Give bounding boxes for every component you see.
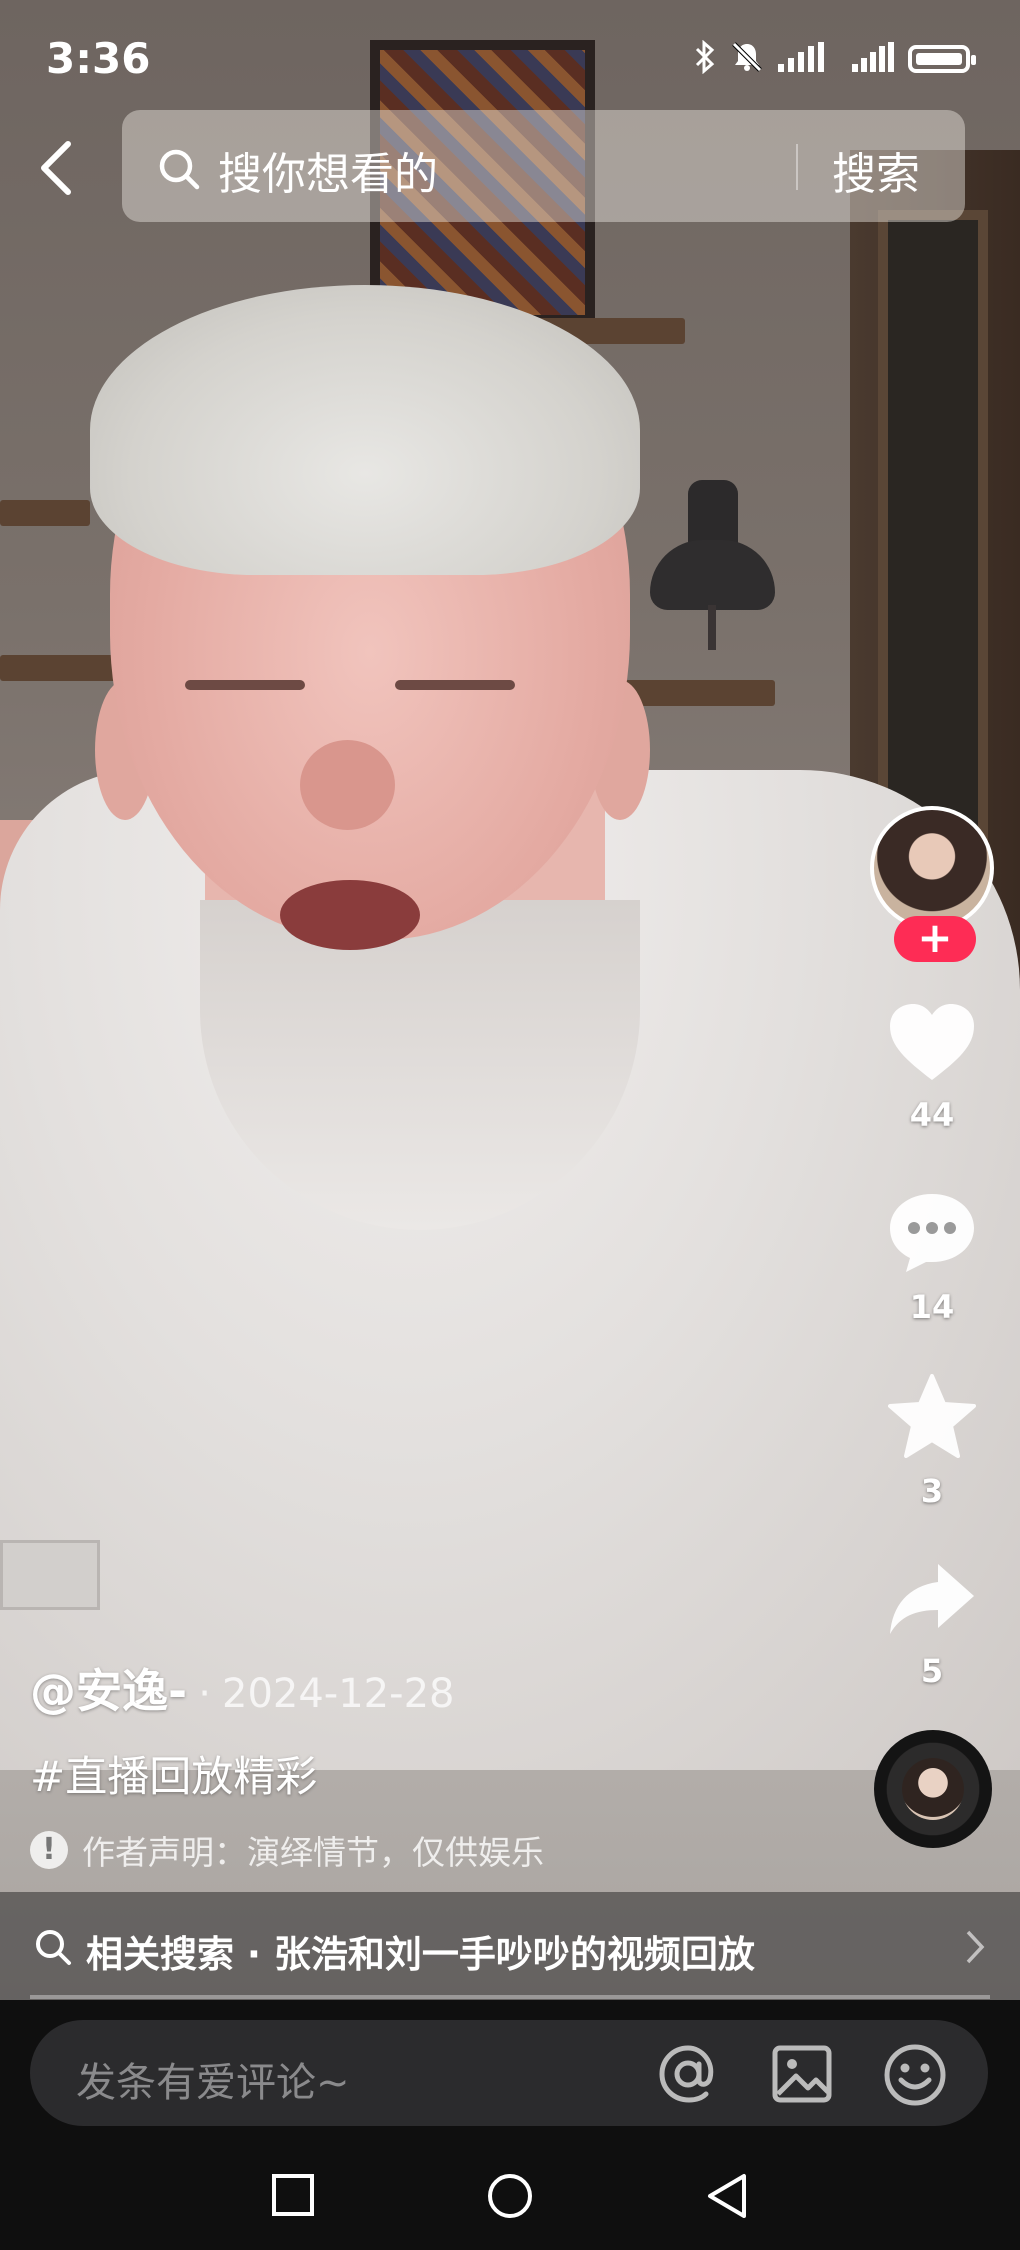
comment-placeholder: 发条有爱评论~ <box>76 2060 350 2106</box>
author-notice: ! 作者声明：演绎情节，仅供娱乐 <box>30 1826 830 1874</box>
favorite-button[interactable]: 3 <box>862 1372 1002 1510</box>
shirt-label-patch <box>0 1540 100 1610</box>
emoji-icon[interactable] <box>882 2042 948 2112</box>
related-search-bar[interactable]: 相关搜索 · 张浩和刘一手吵吵的视频回放 <box>0 1892 1020 2002</box>
share-icon <box>890 1564 974 1634</box>
search-bar[interactable]: 搜你想看的 搜索 <box>122 110 965 222</box>
follow-button[interactable]: + <box>894 916 976 962</box>
comment-icon <box>890 1194 974 1272</box>
status-time: 3:36 <box>46 34 151 83</box>
at-icon[interactable] <box>656 2042 720 2110</box>
bluetooth-icon <box>694 39 716 78</box>
search-icon <box>158 148 200 194</box>
search-button[interactable]: 搜索 <box>832 138 920 202</box>
music-disc[interactable] <box>874 1730 992 1848</box>
necklace-display-bust <box>650 480 775 660</box>
system-nav-bar <box>0 2150 1020 2250</box>
favorite-count: 3 <box>920 1472 944 1510</box>
like-count: 44 <box>909 1096 955 1134</box>
recent-apps-icon[interactable] <box>270 2172 316 2222</box>
person-hair <box>90 285 640 575</box>
back-button[interactable] <box>36 140 86 196</box>
signal-2-icon <box>852 42 894 76</box>
star-icon <box>888 1374 976 1458</box>
hashtag[interactable]: #直播回放精彩 <box>30 1743 830 1804</box>
home-icon[interactable] <box>486 2172 534 2224</box>
share-button[interactable]: 5 <box>862 1560 1002 1690</box>
image-icon[interactable] <box>770 2042 834 2110</box>
video-info: @安逸- · 2024-12-28 #直播回放精彩 ! 作者声明：演绎情节，仅供… <box>30 1655 830 1874</box>
author-name[interactable]: @安逸- <box>30 1664 187 1718</box>
comment-button[interactable]: 14 <box>862 1190 1002 1326</box>
signal-icon <box>778 42 838 76</box>
post-date: 2024-12-28 <box>222 1671 455 1717</box>
search-input[interactable]: 搜你想看的 <box>218 138 438 202</box>
author-avatar[interactable] <box>870 806 994 930</box>
separator: · <box>198 1671 211 1717</box>
mute-icon <box>730 40 764 78</box>
battery-icon <box>908 45 976 73</box>
video-progress-bar[interactable] <box>30 1995 990 1999</box>
bottom-area: 发条有爱评论~ <box>0 2000 1020 2250</box>
status-bar: 3:36 <box>0 0 1020 120</box>
search-icon <box>34 1928 72 1970</box>
exclamation-icon: ! <box>30 1831 68 1869</box>
comment-count: 14 <box>909 1288 955 1326</box>
like-button[interactable]: 44 <box>862 1000 1002 1134</box>
top-bar: 搜你想看的 搜索 <box>0 110 1020 225</box>
related-search-text: 相关搜索 · 张浩和刘一手吵吵的视频回放 <box>86 1933 755 1976</box>
back-nav-icon[interactable] <box>704 2172 748 2224</box>
comment-input[interactable]: 发条有爱评论~ <box>30 2020 988 2126</box>
heart-icon <box>890 1004 974 1080</box>
notice-text: 作者声明：演绎情节，仅供娱乐 <box>82 1833 544 1872</box>
share-count: 5 <box>920 1652 944 1690</box>
chevron-right-icon <box>964 1928 986 1970</box>
